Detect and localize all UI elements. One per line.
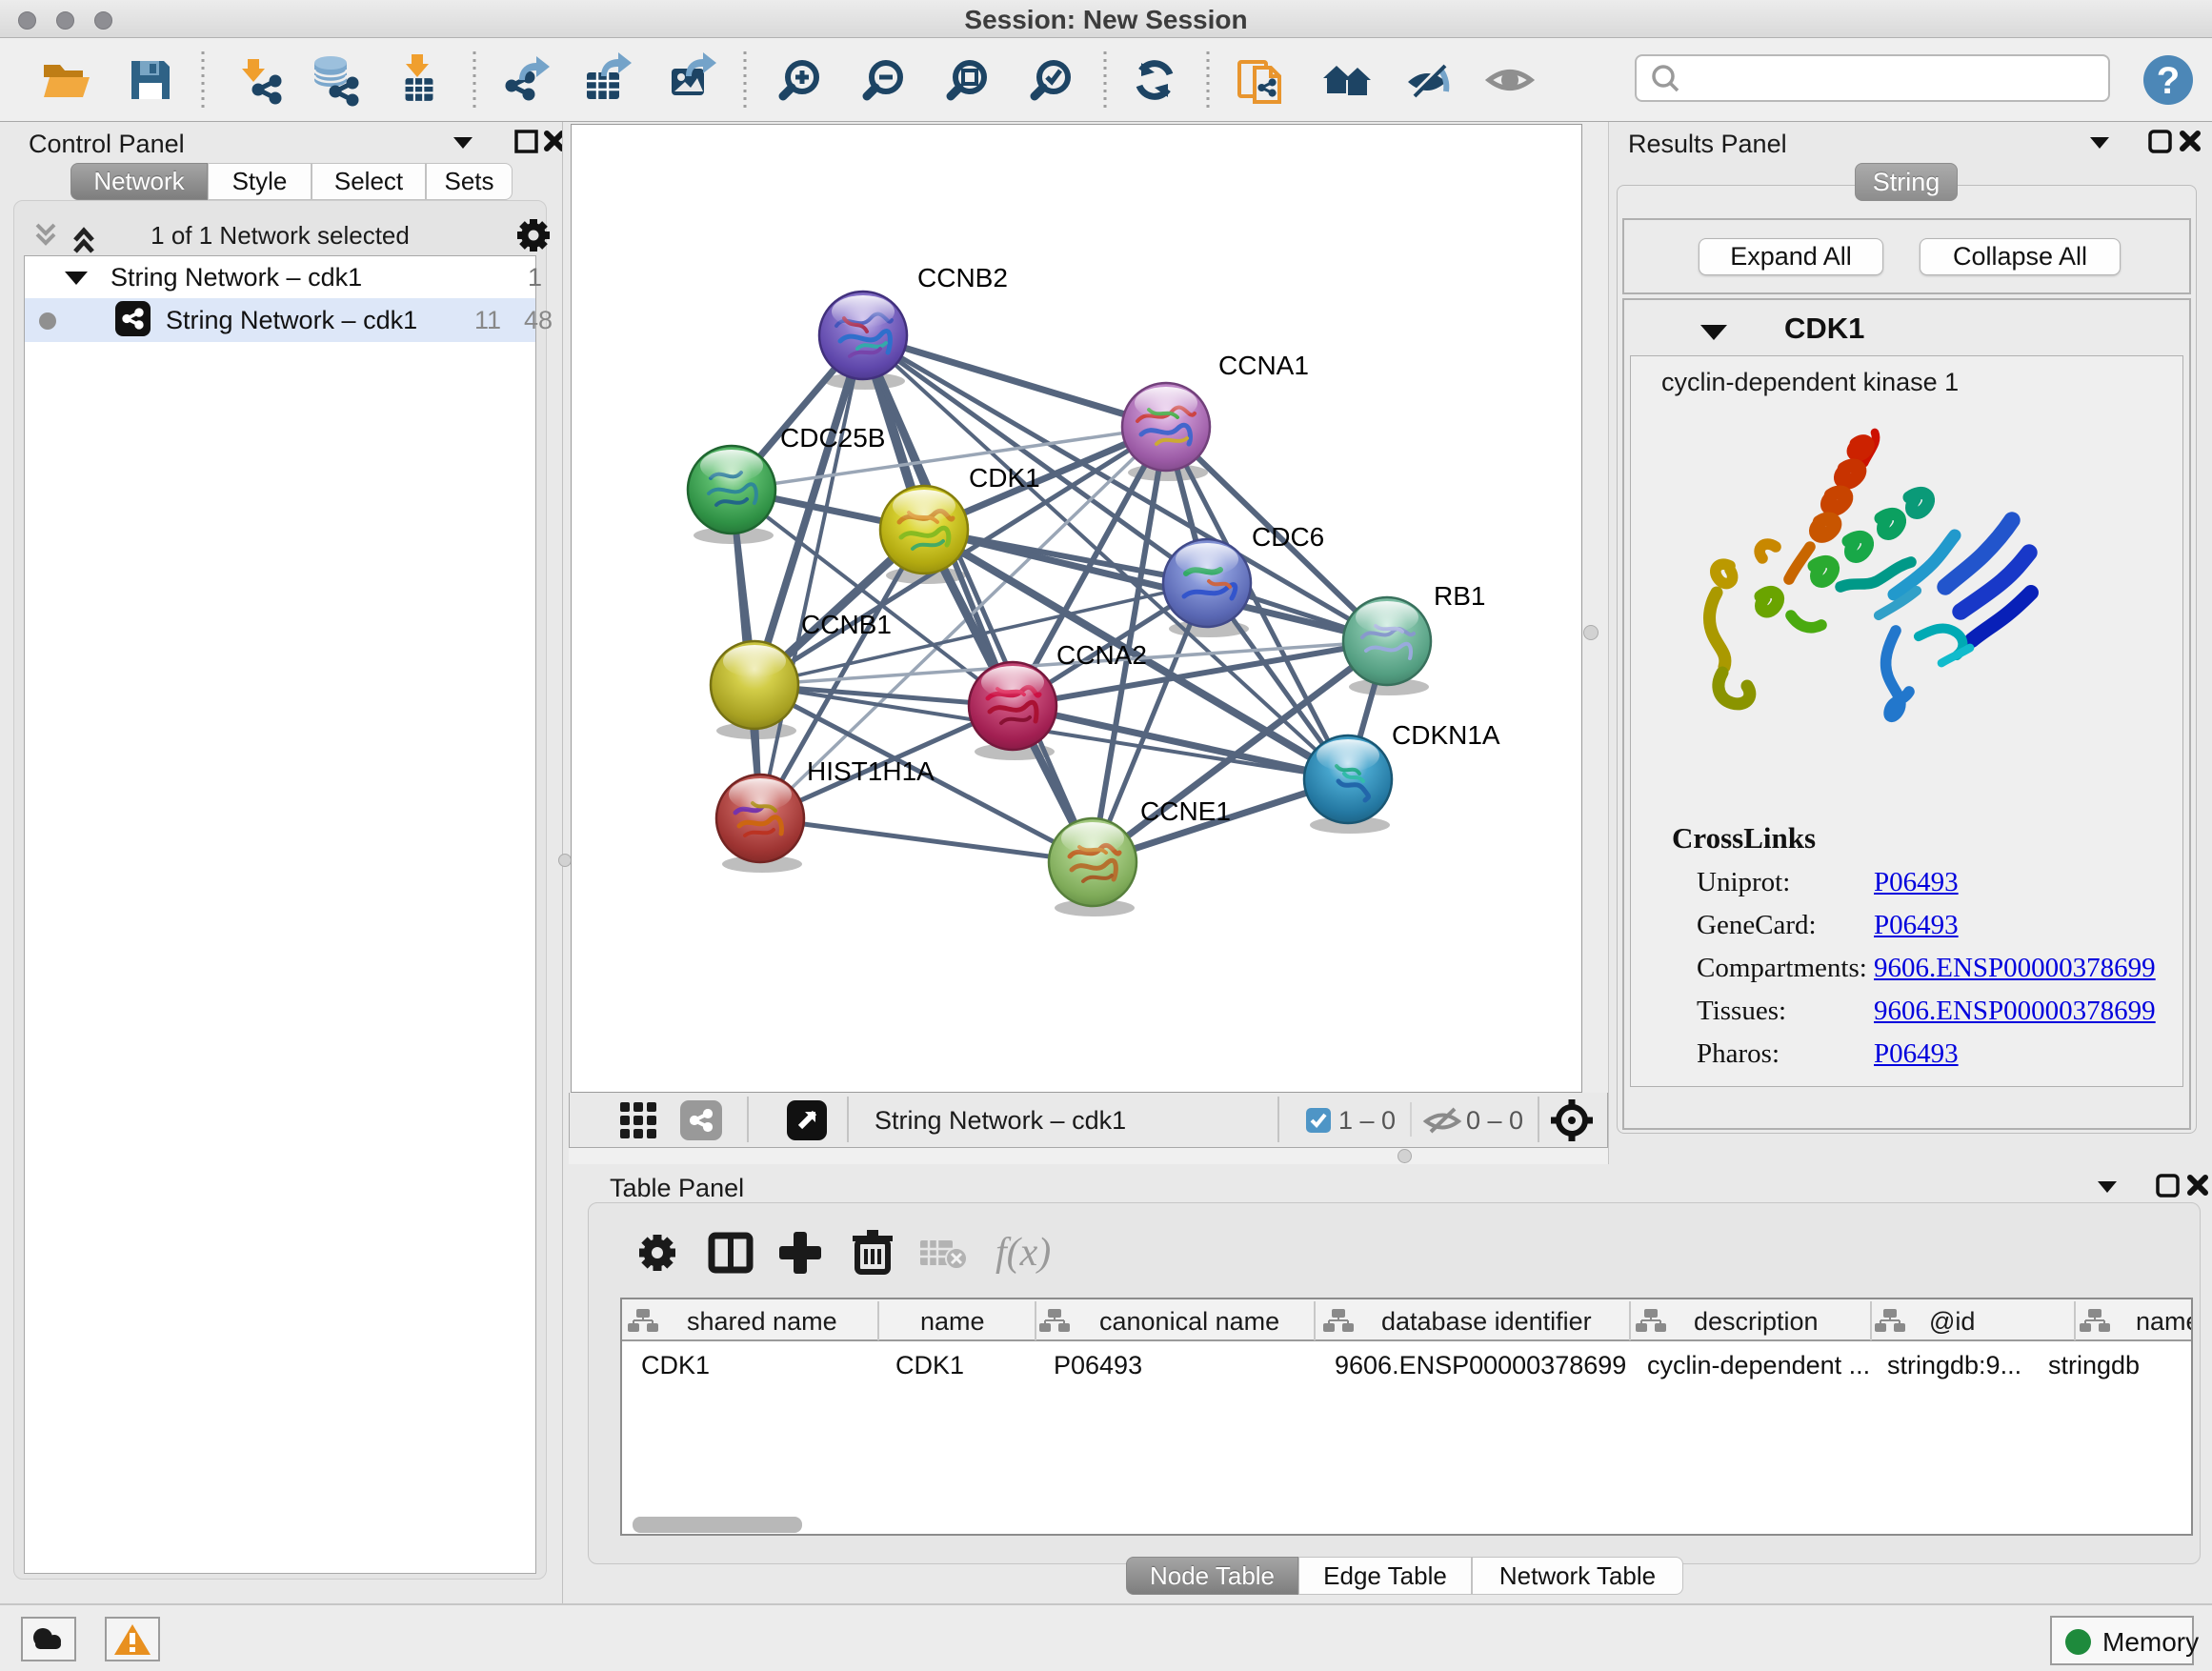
svg-text:?: ? [2157, 60, 2180, 102]
svg-text:1 – 0: 1 – 0 [1338, 1106, 1396, 1135]
svg-text:stringdb: stringdb [2048, 1351, 2140, 1379]
svg-text:stringdb:9...: stringdb:9... [1887, 1351, 2021, 1379]
svg-text:CCNE1: CCNE1 [1140, 796, 1231, 826]
svg-text:CDK1: CDK1 [895, 1351, 964, 1379]
svg-text:HIST1H1A: HIST1H1A [807, 756, 935, 786]
svg-text:P06493: P06493 [1054, 1351, 1142, 1379]
svg-text:0 – 0: 0 – 0 [1466, 1106, 1523, 1135]
svg-text:shared name: shared name [687, 1307, 837, 1336]
svg-text:database identifier: database identifier [1381, 1307, 1592, 1336]
svg-text:cyclin-dependent ...: cyclin-dependent ... [1647, 1351, 1870, 1379]
svg-text:CDKN1A: CDKN1A [1392, 720, 1500, 750]
svg-text:CCNB2: CCNB2 [917, 263, 1008, 292]
svg-text:RB1: RB1 [1434, 581, 1485, 611]
svg-text:CDK1: CDK1 [641, 1351, 710, 1379]
svg-text:CCNB1: CCNB1 [801, 610, 892, 639]
svg-text:CDK1: CDK1 [969, 463, 1040, 493]
svg-text:@id: @id [1929, 1307, 1975, 1336]
svg-text:9606.ENSP00000378699: 9606.ENSP00000378699 [1335, 1351, 1626, 1379]
svg-text:CDC6: CDC6 [1252, 522, 1324, 552]
svg-text:namespac: namespac [2136, 1307, 2191, 1336]
svg-text:CCNA2: CCNA2 [1056, 640, 1147, 670]
svg-text:canonical name: canonical name [1099, 1307, 1279, 1336]
svg-text:String Network – cdk1: String Network – cdk1 [875, 1106, 1126, 1135]
svg-text:description: description [1694, 1307, 1819, 1336]
svg-text:CDC25B: CDC25B [780, 423, 885, 453]
svg-text:CCNA1: CCNA1 [1218, 351, 1309, 380]
svg-text:f(x): f(x) [995, 1231, 1051, 1275]
svg-text:name: name [920, 1307, 985, 1336]
